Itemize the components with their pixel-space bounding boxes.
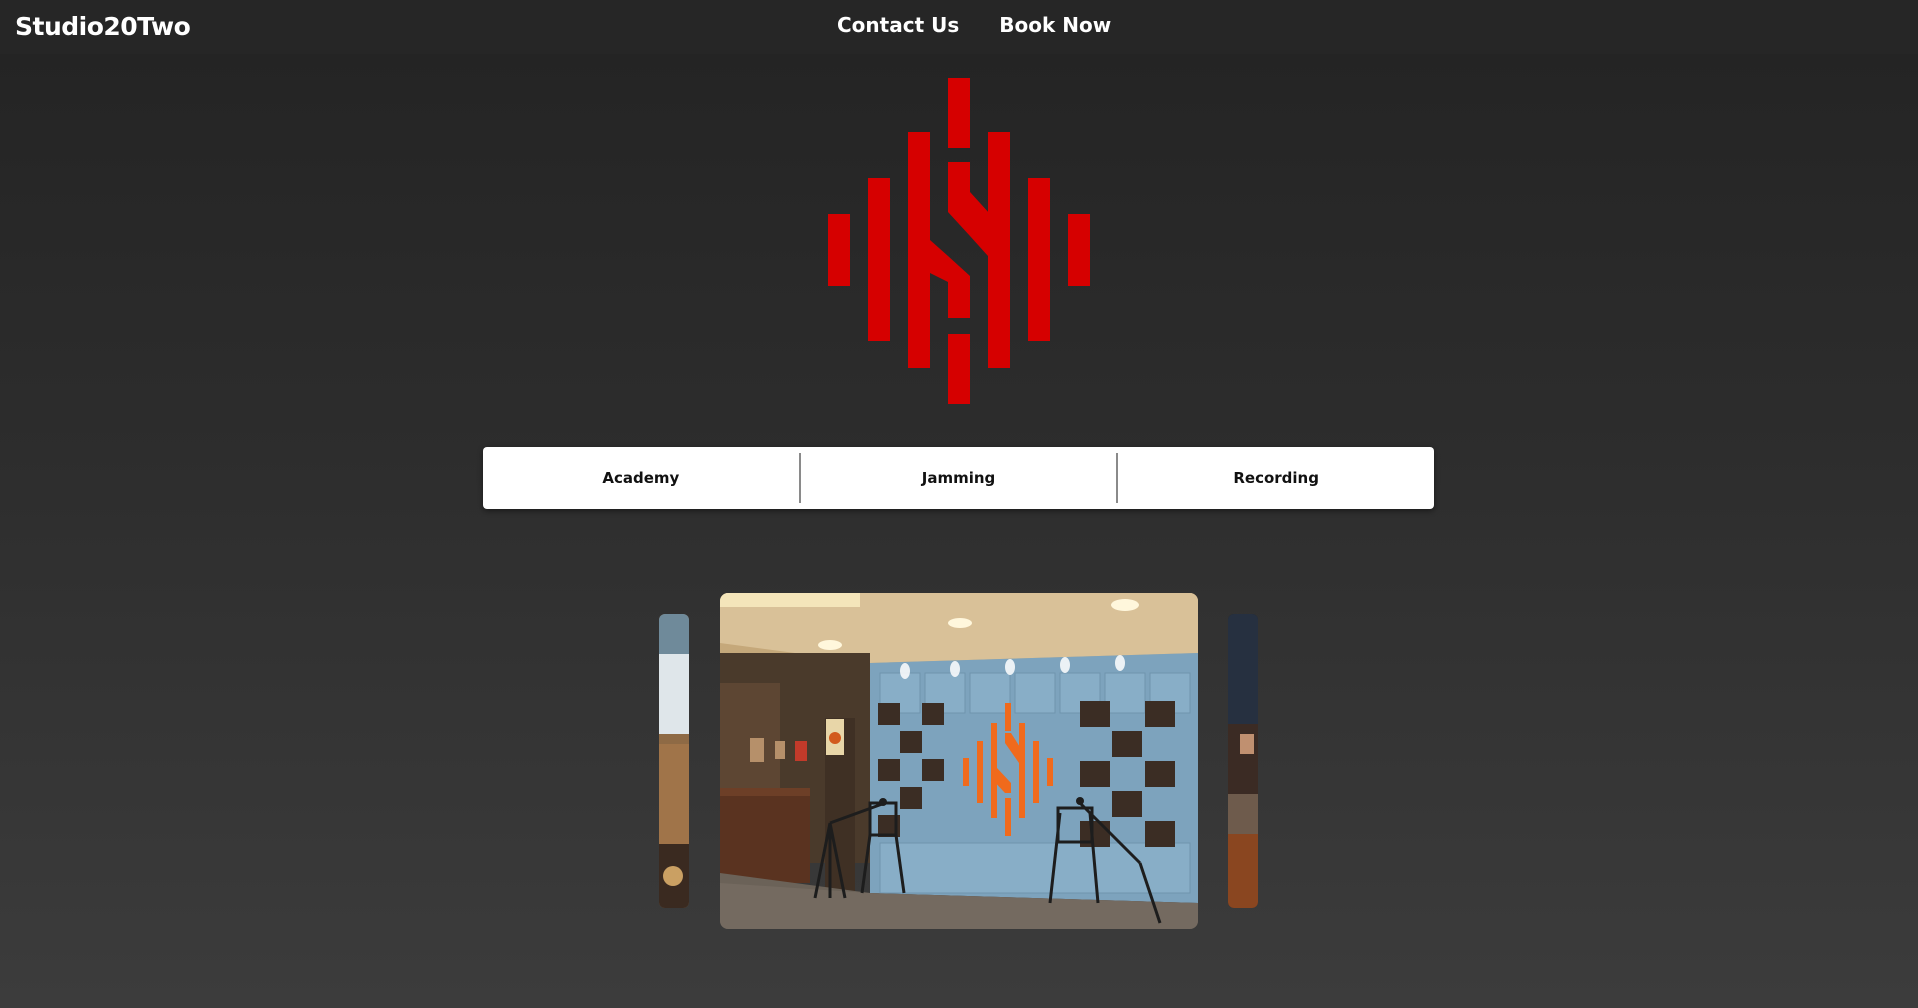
book-now-link[interactable]: Book Now (999, 13, 1111, 37)
studio-logo-icon (828, 78, 1090, 404)
service-tabs: Academy Jamming Recording (483, 447, 1434, 509)
tab-jamming[interactable]: Jamming (801, 447, 1117, 509)
contact-us-link[interactable]: Contact Us (837, 13, 959, 37)
carousel-prev-slide[interactable] (659, 614, 689, 908)
tab-recording[interactable]: Recording (1118, 447, 1434, 509)
studio-photo-next (1228, 614, 1258, 908)
studio-photo-prev (659, 614, 689, 908)
carousel-next-slide[interactable] (1228, 614, 1258, 908)
studio-room-photo (720, 593, 1198, 929)
tab-academy[interactable]: Academy (483, 447, 799, 509)
main-nav: Contact Us Book Now (837, 13, 1111, 37)
brand-title[interactable]: Studio20Two (15, 12, 191, 41)
top-navigation-bar: Studio20Two Contact Us Book Now (0, 0, 1918, 54)
carousel-current-slide[interactable] (720, 593, 1198, 929)
